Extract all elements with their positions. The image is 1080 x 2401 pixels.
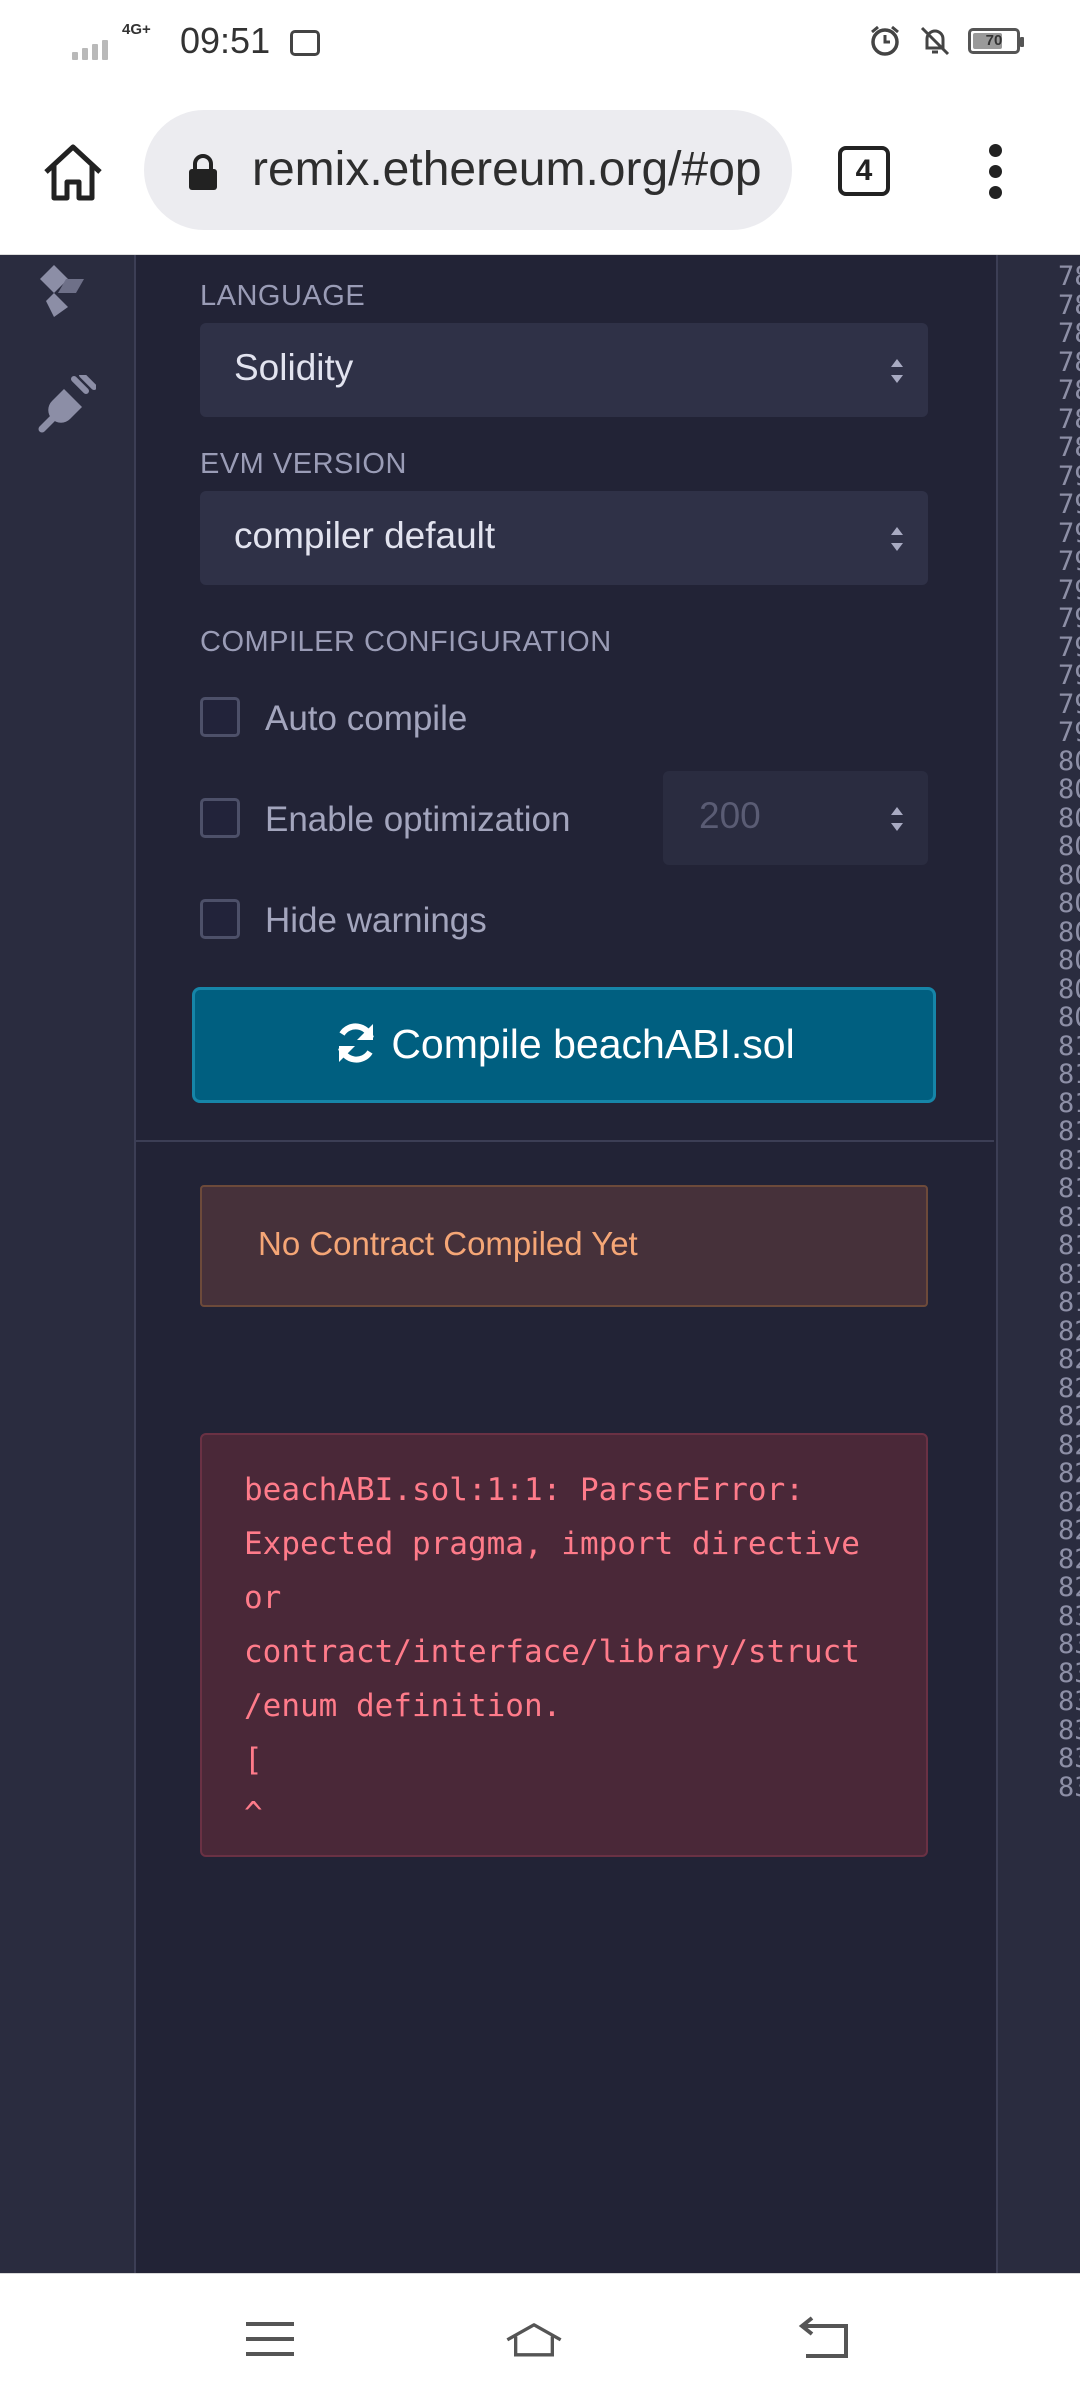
language-value: Solidity (234, 347, 354, 388)
select-arrows-icon (891, 359, 903, 383)
select-arrows-icon (891, 527, 903, 551)
optimization-runs-input[interactable]: 200 (663, 771, 928, 865)
tab-switcher-button[interactable]: 4 (838, 146, 890, 196)
optimization-runs-value: 200 (699, 795, 761, 836)
optimization-label: Enable optimization (265, 800, 571, 839)
no-contract-text: No Contract Compiled Yet (258, 1225, 638, 1262)
network-type: 4G+ (122, 21, 151, 38)
compiler-configuration-label: COMPILER CONFIGURATION (200, 626, 612, 658)
browser-toolbar: remix.ethereum.org/#op 4 (0, 88, 1080, 255)
refresh-icon (338, 1023, 375, 1063)
hide-warnings-checkbox[interactable] (200, 899, 240, 939)
compiler-error-alert: beachABI.sol:1:1: ParserError: Expected … (200, 1433, 928, 1857)
home-icon[interactable] (38, 138, 108, 208)
clock: 09:51 (180, 20, 271, 61)
compile-button[interactable]: Compile beachABI.sol (192, 987, 936, 1103)
address-bar[interactable]: remix.ethereum.org/#op (144, 110, 792, 230)
editor-pane[interactable]: 78 78 78 78 78 78 78 79 79 79 79 79 79 7… (996, 255, 1080, 2273)
plugin-manager-icon[interactable] (36, 375, 96, 435)
recents-icon[interactable] (240, 2314, 300, 2364)
editor-line-numbers: 78 78 78 78 78 78 78 79 79 79 79 79 79 7… (1058, 261, 1080, 1803)
home-icon[interactable] (504, 2314, 564, 2364)
system-navigation-bar (0, 2273, 1080, 2401)
battery-level: 70 (985, 32, 1003, 49)
battery-icon: 70 (968, 28, 1024, 54)
lock-icon (189, 154, 217, 190)
stepper-arrows-icon (891, 807, 903, 831)
signal-icon (72, 26, 108, 60)
panel-divider (136, 1140, 994, 1142)
optimization-checkbox[interactable] (200, 798, 240, 838)
evm-version-label: EVM VERSION (200, 448, 407, 480)
remix-icon-panel (0, 255, 136, 2273)
compile-button-label: Compile beachABI.sol (391, 1021, 795, 1067)
mute-icon (920, 26, 950, 56)
hide-warnings-label: Hide warnings (265, 901, 487, 940)
solidity-compiler-icon[interactable] (36, 261, 96, 321)
language-label: LANGUAGE (200, 280, 366, 312)
language-select[interactable]: Solidity (200, 323, 928, 417)
url-text: remix.ethereum.org/#op (252, 143, 762, 196)
compiler-error-text: beachABI.sol:1:1: ParserError: Expected … (244, 1472, 860, 1832)
notification-icon (290, 30, 320, 56)
back-icon[interactable] (796, 2314, 856, 2364)
no-contract-alert: No Contract Compiled Yet (200, 1185, 928, 1307)
auto-compile-checkbox[interactable] (200, 697, 240, 737)
auto-compile-label: Auto compile (265, 699, 468, 738)
alarm-icon (871, 25, 899, 56)
overflow-menu-icon[interactable] (980, 144, 1010, 204)
evm-version-select[interactable]: compiler default (200, 491, 928, 585)
evm-version-value: compiler default (234, 515, 496, 556)
status-bar: 4G+ 09:51 70 (0, 0, 1080, 88)
